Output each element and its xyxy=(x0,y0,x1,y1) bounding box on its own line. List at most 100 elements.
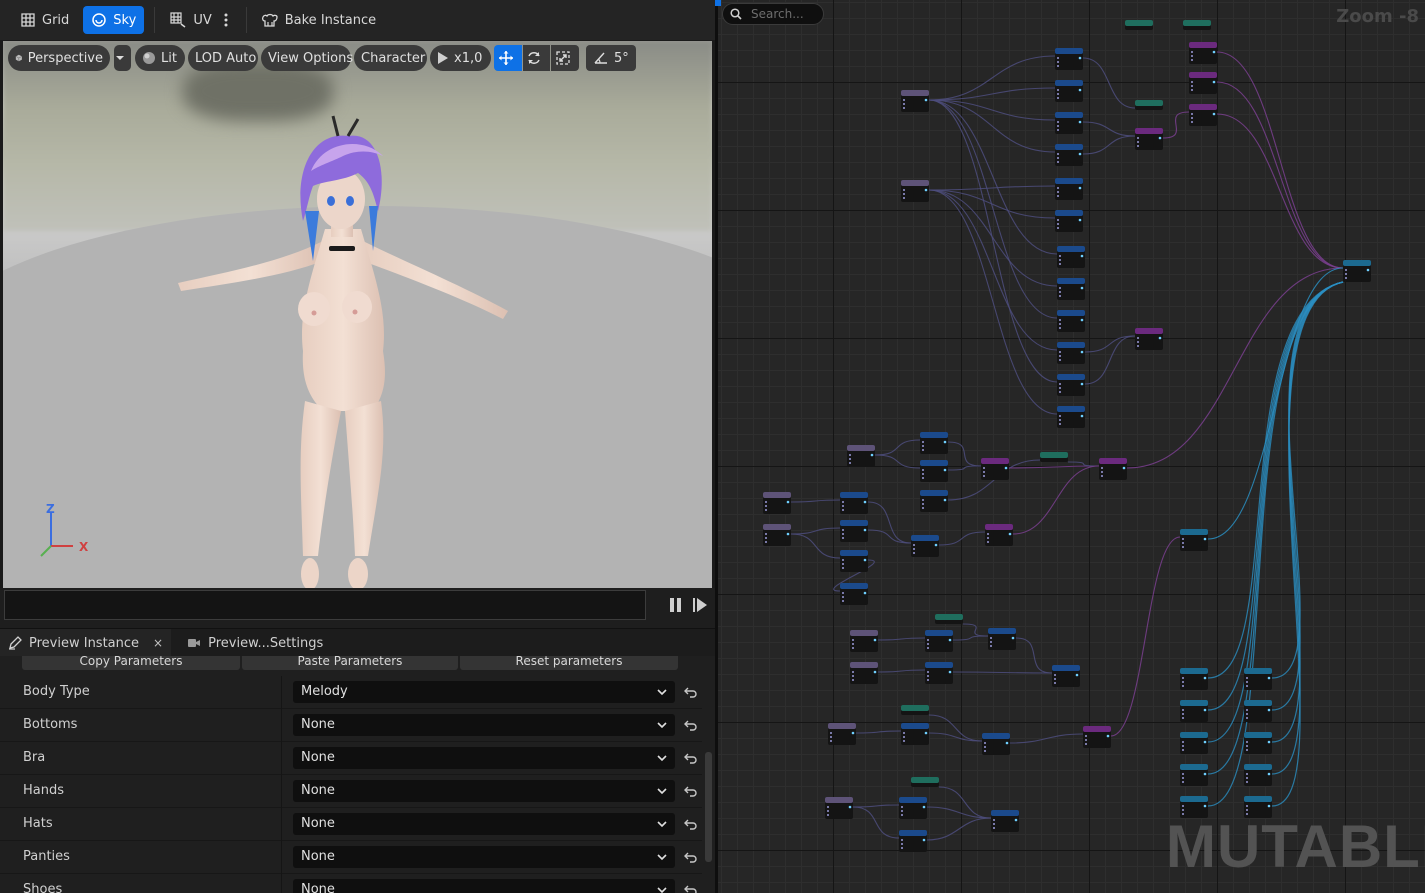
graph-node[interactable] xyxy=(840,550,868,572)
graph-node[interactable] xyxy=(901,705,929,715)
tab-preview-settings[interactable]: Preview...Settings xyxy=(179,629,331,657)
graph-node[interactable] xyxy=(981,458,1009,480)
graph-node[interactable] xyxy=(850,630,878,652)
graph-node[interactable] xyxy=(1135,328,1163,350)
3d-viewport[interactable]: Perspective Lit LOD Auto View Options Ch… xyxy=(3,41,712,588)
graph-node[interactable] xyxy=(982,733,1010,755)
graph-node[interactable] xyxy=(1055,210,1083,232)
reset-parameters-button[interactable]: Reset parameters xyxy=(460,656,678,670)
graph-node[interactable] xyxy=(920,460,948,482)
pause-icon[interactable] xyxy=(668,597,684,613)
sky-toggle[interactable]: Sky xyxy=(83,6,145,34)
graph-node[interactable] xyxy=(1180,732,1208,754)
graph-node[interactable] xyxy=(1057,278,1085,300)
graph-node[interactable] xyxy=(920,432,948,454)
graph-node[interactable] xyxy=(901,90,929,112)
step-forward-icon[interactable] xyxy=(692,597,708,613)
graph-node[interactable] xyxy=(935,614,963,624)
rotation-snap-button[interactable]: 5° xyxy=(586,45,636,71)
graph-node[interactable] xyxy=(1244,732,1272,754)
graph-node[interactable] xyxy=(1055,112,1083,134)
parameter-dropdown[interactable]: None xyxy=(293,813,675,835)
reset-arrow-icon[interactable] xyxy=(684,883,698,893)
node-graph[interactable] xyxy=(715,0,1425,893)
graph-node[interactable] xyxy=(840,583,868,605)
more-options-button[interactable] xyxy=(220,6,238,34)
graph-node[interactable] xyxy=(1052,665,1080,687)
grid-toggle[interactable]: Grid xyxy=(12,6,77,34)
lod-button[interactable]: LOD Auto xyxy=(188,45,258,71)
translate-tool-button[interactable] xyxy=(494,45,522,71)
graph-node[interactable] xyxy=(847,445,875,467)
graph-node[interactable] xyxy=(925,662,953,684)
viewport-menu-dropdown[interactable] xyxy=(114,45,131,71)
graph-node[interactable] xyxy=(1055,48,1083,70)
graph-node[interactable] xyxy=(1180,764,1208,786)
graph-node[interactable] xyxy=(1057,342,1085,364)
panel-scrollbar[interactable] xyxy=(705,752,712,862)
lit-mode-button[interactable]: Lit xyxy=(135,45,185,71)
graph-node[interactable] xyxy=(1057,310,1085,332)
graph-node[interactable] xyxy=(925,630,953,652)
parameter-dropdown[interactable]: None xyxy=(293,747,675,769)
reset-arrow-icon[interactable] xyxy=(684,751,698,765)
graph-node[interactable] xyxy=(828,723,856,745)
graph-node[interactable] xyxy=(920,490,948,512)
animation-timeline[interactable] xyxy=(4,590,646,620)
copy-parameters-button[interactable]: Copy Parameters xyxy=(22,656,240,670)
graph-node[interactable] xyxy=(899,830,927,852)
paste-parameters-button[interactable]: Paste Parameters xyxy=(242,656,458,670)
graph-node[interactable] xyxy=(1057,406,1085,428)
graph-node[interactable] xyxy=(1180,668,1208,690)
graph-node[interactable] xyxy=(1135,128,1163,150)
graph-node[interactable] xyxy=(763,524,791,546)
graph-node[interactable] xyxy=(840,520,868,542)
playback-speed-button[interactable]: x1,0 xyxy=(430,45,491,71)
graph-node[interactable] xyxy=(1040,452,1068,462)
graph-node[interactable] xyxy=(1244,668,1272,690)
close-tab-button[interactable]: × xyxy=(153,636,163,650)
uv-toggle[interactable]: UV xyxy=(161,6,219,34)
graph-node[interactable] xyxy=(1057,246,1085,268)
graph-node[interactable] xyxy=(988,628,1016,650)
graph-node[interactable] xyxy=(825,797,853,819)
graph-node[interactable] xyxy=(1189,42,1217,64)
graph-node[interactable] xyxy=(763,492,791,514)
graph-node[interactable] xyxy=(1055,178,1083,200)
reset-arrow-icon[interactable] xyxy=(684,850,698,864)
graph-node[interactable] xyxy=(901,723,929,745)
rotate-tool-button[interactable] xyxy=(523,45,550,71)
graph-node[interactable] xyxy=(899,797,927,819)
graph-node[interactable] xyxy=(1055,144,1083,166)
graph-node[interactable] xyxy=(991,810,1019,832)
graph-node[interactable] xyxy=(1189,72,1217,94)
graph-node[interactable] xyxy=(1180,529,1208,551)
character-button[interactable]: Character xyxy=(354,45,427,71)
graph-node[interactable] xyxy=(911,535,939,557)
parameter-dropdown[interactable]: None xyxy=(293,879,675,893)
graph-node[interactable] xyxy=(1244,700,1272,722)
scale-tool-button[interactable] xyxy=(551,45,579,71)
parameter-dropdown[interactable]: None xyxy=(293,846,675,868)
graph-node[interactable] xyxy=(1183,20,1211,30)
bake-instance-button[interactable]: Bake Instance xyxy=(253,6,384,34)
graph-node[interactable] xyxy=(1189,104,1217,126)
graph-node[interactable] xyxy=(1057,374,1085,396)
parameter-dropdown[interactable]: None xyxy=(293,780,675,802)
graph-node[interactable] xyxy=(1083,726,1111,748)
view-options-button[interactable]: View Options xyxy=(261,45,353,71)
parameter-dropdown[interactable]: Melody xyxy=(293,681,675,703)
perspective-dropdown[interactable]: Perspective xyxy=(8,45,110,71)
graph-node[interactable] xyxy=(911,777,939,787)
reset-arrow-icon[interactable] xyxy=(684,685,698,699)
reset-arrow-icon[interactable] xyxy=(684,718,698,732)
graph-node[interactable] xyxy=(1244,764,1272,786)
graph-node[interactable] xyxy=(1180,700,1208,722)
graph-node[interactable] xyxy=(840,492,868,514)
graph-node[interactable] xyxy=(850,662,878,684)
graph-node[interactable] xyxy=(1055,80,1083,102)
graph-node[interactable] xyxy=(1343,260,1371,282)
reset-arrow-icon[interactable] xyxy=(684,784,698,798)
graph-node[interactable] xyxy=(1099,458,1127,480)
graph-node[interactable] xyxy=(1125,20,1153,30)
